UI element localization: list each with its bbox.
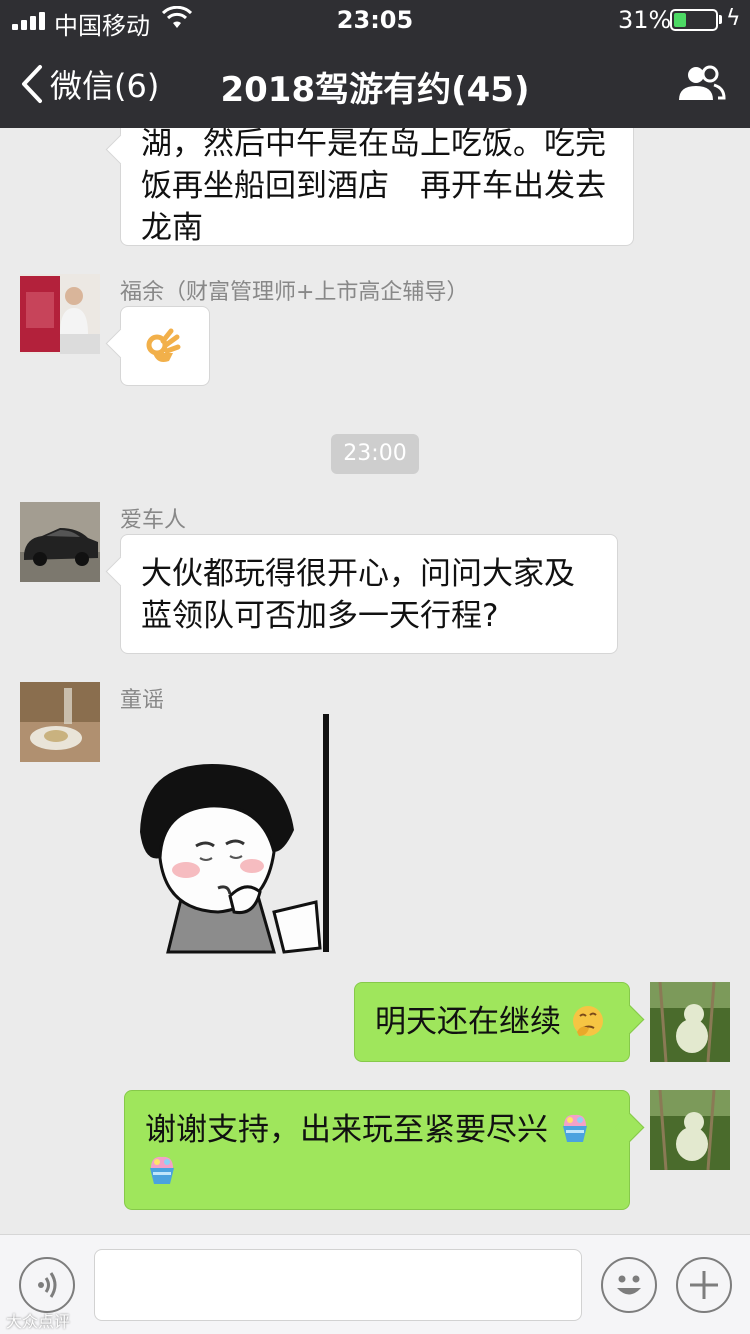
avatar-image — [20, 502, 100, 582]
plus-icon — [690, 1271, 718, 1299]
avatar-image — [650, 982, 730, 1062]
battery-level — [674, 13, 686, 27]
more-button[interactable] — [676, 1257, 732, 1313]
avatar[interactable] — [20, 274, 100, 354]
avatar[interactable] — [20, 502, 100, 582]
top-bar: 中国移动 23:05 31% ϟ 微信(6) 2018驾游有约(45) — [0, 0, 750, 128]
message-text: 湖，然后中午是在岛上吃饭。吃完饭再坐船回到酒店 再开车出发去龙南 — [141, 128, 606, 246]
smiley-icon — [617, 1275, 641, 1295]
shaved-ice-emoji — [150, 1156, 174, 1184]
message-text: 大伙都玩得很开心，问问大家及蓝领队可否加多一天行程? — [141, 556, 575, 634]
battery-percent: 31% — [618, 6, 672, 34]
sender-name: 福余（财富管理师+上市高企辅导） — [120, 280, 469, 305]
thinking-emoji — [572, 1006, 603, 1036]
sender-name: 童谣 — [120, 688, 165, 713]
message-bubble[interactable]: 谢谢支持，出来玩至紧要尽兴 — [124, 1090, 630, 1210]
back-button[interactable]: 微信(6) — [18, 60, 159, 108]
avatar-image — [20, 274, 100, 354]
avatar-image — [20, 682, 100, 762]
message-bubble[interactable]: 湖，然后中午是在岛上吃饭。吃完饭再坐船回到酒店 再开车出发去龙南 — [120, 128, 634, 246]
input-bar — [0, 1234, 750, 1334]
charging-icon: ϟ — [726, 6, 741, 31]
message-bubble[interactable]: 大伙都玩得很开心，问问大家及蓝领队可否加多一天行程? — [120, 534, 618, 654]
message-input[interactable] — [94, 1249, 582, 1321]
peeking-sticker[interactable] — [134, 712, 334, 957]
message-text: 明天还在继续 — [375, 1004, 561, 1040]
battery-icon — [670, 9, 718, 31]
avatar[interactable] — [650, 1090, 730, 1170]
chat-area[interactable]: 湖，然后中午是在岛上吃饭。吃完饭再坐船回到酒店 再开车出发去龙南 福余（财富管理… — [0, 128, 750, 1234]
shaved-ice-emoji — [562, 1114, 587, 1142]
chevron-left-icon — [22, 65, 42, 103]
voice-button[interactable] — [19, 1257, 75, 1313]
people-icon[interactable] — [676, 64, 726, 104]
status-bar: 中国移动 23:05 31% ϟ — [0, 0, 750, 40]
message-bubble[interactable]: 明天还在继续 — [354, 982, 630, 1062]
emoji-button[interactable] — [601, 1257, 657, 1313]
watermark: 大众点评 — [6, 1312, 71, 1331]
sender-name: 爱车人 — [120, 508, 187, 533]
message-bubble[interactable] — [120, 306, 210, 386]
battery-cap — [719, 15, 722, 24]
avatar-image — [650, 1090, 730, 1170]
message-text: 谢谢支持，出来玩至紧要尽兴 — [145, 1112, 548, 1148]
voice-icon — [38, 1272, 57, 1298]
back-label: 微信(6) — [50, 67, 160, 105]
time-separator: 23:00 — [331, 434, 419, 474]
nav-bar: 微信(6) 2018驾游有约(45) — [0, 40, 750, 128]
avatar[interactable] — [20, 682, 100, 762]
avatar[interactable] — [650, 982, 730, 1062]
ok-hand-emoji — [146, 328, 181, 362]
